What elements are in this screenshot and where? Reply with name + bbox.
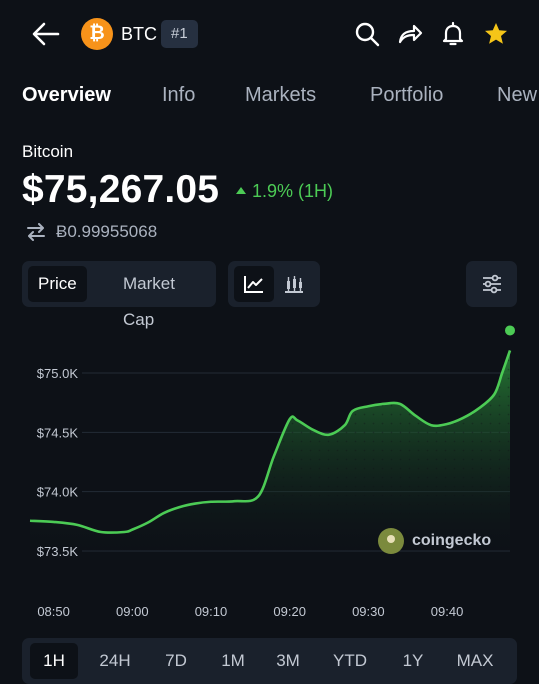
range-ytd[interactable]: YTD xyxy=(318,643,382,679)
chart-type-toggle xyxy=(228,261,320,307)
latest-price-dot xyxy=(505,325,515,335)
range-max[interactable]: MAX xyxy=(444,643,506,679)
y-tick-label: $73.5K xyxy=(37,544,79,559)
candlestick-icon xyxy=(283,274,305,294)
price-value: $75,267.05 xyxy=(22,168,219,212)
price-change-text: 1.9% (1H) xyxy=(252,181,333,201)
x-tick-label: 09:10 xyxy=(195,604,228,619)
sliders-icon xyxy=(480,273,504,295)
rank-badge: #1 xyxy=(161,20,198,48)
search-icon[interactable] xyxy=(353,20,381,48)
bitcoin-logo-icon: ₿ xyxy=(81,18,113,50)
y-tick-label: $74.0K xyxy=(37,485,79,500)
y-tick-label: $74.5K xyxy=(37,425,79,440)
x-tick-label: 09:00 xyxy=(116,604,149,619)
price-area-texture xyxy=(30,350,510,551)
btc-value: Ƀ0.99955068 xyxy=(56,222,157,242)
coingecko-watermark: coingecko xyxy=(378,528,491,554)
share-icon[interactable] xyxy=(396,20,424,48)
line-chart-button[interactable] xyxy=(234,266,274,302)
back-arrow-icon[interactable] xyxy=(30,20,62,48)
y-tick-label: $75.0K xyxy=(37,366,79,381)
metric-option-price[interactable]: Price xyxy=(28,266,87,302)
chart-settings-button[interactable] xyxy=(466,261,517,307)
line-chart-icon xyxy=(243,274,265,294)
swap-arrows-icon xyxy=(26,223,46,241)
x-tick-label: 08:50 xyxy=(37,604,70,619)
price-change: 1.9% (1H) xyxy=(236,181,333,202)
tab-info[interactable]: Info xyxy=(162,84,195,107)
price-chart[interactable]: $75.0K $74.5K $74.0K $73.5K 08:50 09:00 09:10… xyxy=(0,320,539,630)
candlestick-button[interactable] xyxy=(274,266,314,302)
range-24h[interactable]: 24H xyxy=(84,643,146,679)
coingecko-logo-icon xyxy=(378,528,404,554)
metric-option-market-cap[interactable]: Market Cap xyxy=(113,266,216,302)
metric-toggle: Price Market Cap xyxy=(22,261,216,307)
coin-name: Bitcoin xyxy=(22,142,73,162)
x-tick-label: 09:30 xyxy=(352,604,385,619)
tab-markets[interactable]: Markets xyxy=(245,84,316,107)
x-tick-label: 09:20 xyxy=(273,604,306,619)
range-7d[interactable]: 7D xyxy=(150,643,202,679)
range-1y[interactable]: 1Y xyxy=(388,643,438,679)
tab-overview[interactable]: Overview xyxy=(22,84,111,107)
tab-new[interactable]: New xyxy=(497,84,537,107)
watermark-text: coingecko xyxy=(412,532,491,550)
range-3m[interactable]: 3M xyxy=(262,643,314,679)
range-1h[interactable]: 1H xyxy=(30,643,78,679)
tab-portfolio[interactable]: Portfolio xyxy=(370,84,443,107)
x-tick-label: 09:40 xyxy=(431,604,464,619)
star-icon[interactable] xyxy=(482,20,510,48)
time-range-selector: 1H24H7D1M3MYTD1YMAX xyxy=(22,638,517,684)
up-triangle-icon xyxy=(236,187,246,194)
range-1m[interactable]: 1M xyxy=(208,643,258,679)
coin-symbol: BTC xyxy=(121,24,157,45)
bell-icon[interactable] xyxy=(439,20,467,48)
